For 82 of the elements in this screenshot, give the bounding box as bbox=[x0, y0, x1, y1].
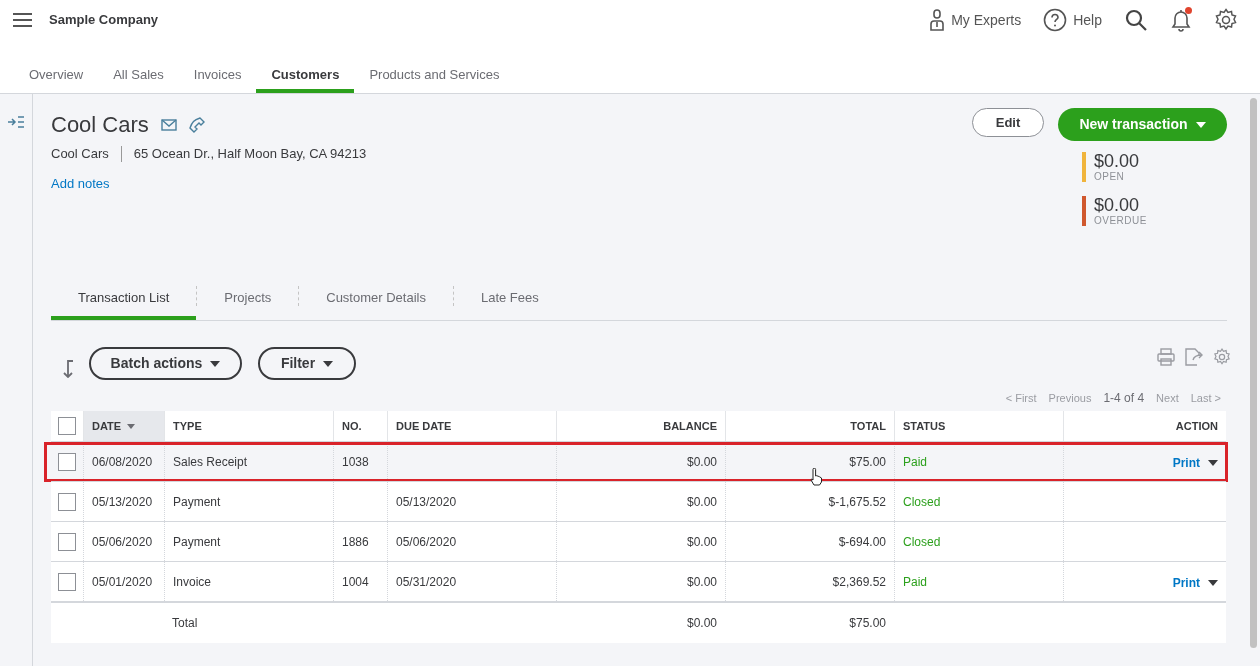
table-cell-text: $75.00 bbox=[849, 615, 886, 632]
phone-icon[interactable] bbox=[188, 116, 205, 133]
help-link[interactable]: Help bbox=[1043, 8, 1102, 32]
sort-caret-icon bbox=[127, 423, 136, 429]
amount-text: $0.00 bbox=[1094, 196, 1141, 214]
select-all-checkbox[interactable] bbox=[58, 417, 76, 435]
menu-icon[interactable] bbox=[13, 12, 32, 28]
status-text: Closed bbox=[903, 533, 941, 551]
table-cell-text: 05/01/2020 bbox=[92, 573, 153, 591]
email-icon[interactable] bbox=[160, 118, 177, 131]
table-cell-text: 06/08/2020 bbox=[92, 453, 153, 471]
print-link[interactable]: Print bbox=[1172, 451, 1218, 472]
company-name: Sample Company bbox=[49, 11, 159, 30]
table-cell-text: $2,369.52 bbox=[832, 573, 886, 591]
table-cell-text: $0.00 bbox=[686, 573, 717, 591]
table-cell-text: 05/13/2020 bbox=[396, 493, 457, 511]
row-checkbox[interactable] bbox=[58, 532, 76, 551]
row-checkbox[interactable] bbox=[58, 572, 76, 591]
print-icon[interactable] bbox=[1157, 347, 1175, 366]
column-header[interactable]: DATE bbox=[83, 411, 164, 441]
sub-tab[interactable]: Customer Details bbox=[299, 280, 453, 320]
table-row[interactable]: 05/06/2020 Payment 1886 05/06/2020 $0.00 $-694.00 Closed bbox=[51, 521, 1226, 561]
status-text: Paid bbox=[903, 573, 928, 591]
table-row[interactable]: 05/01/2020 Invoice 1004 05/31/2020 $0.00 $2,369.52 Paid Print bbox=[51, 561, 1226, 601]
caret-icon bbox=[1208, 460, 1218, 466]
table-cell-text: Sales Receipt bbox=[173, 453, 248, 471]
amount-label: OPEN bbox=[1094, 172, 1126, 182]
table-cell-text: 1886 bbox=[342, 533, 369, 551]
sub-tab[interactable]: Late Fees bbox=[453, 280, 566, 320]
caret-icon bbox=[323, 360, 334, 367]
sub-tab[interactable]: Transaction List bbox=[51, 280, 197, 320]
table-cell-text: Payment bbox=[173, 493, 221, 511]
settings-icon[interactable] bbox=[1214, 8, 1238, 32]
caret-icon bbox=[210, 360, 221, 367]
table-cell-text: 1038 bbox=[342, 453, 369, 471]
status-text: Paid bbox=[903, 453, 928, 471]
batch-actions-button[interactable]: Batch actions bbox=[89, 347, 242, 380]
page-range: 1-4 of 4 bbox=[1103, 390, 1145, 407]
row-checkbox[interactable] bbox=[58, 492, 76, 511]
amount-label: OVERDUE bbox=[1094, 216, 1147, 226]
table-cell-text: 05/13/2020 bbox=[92, 493, 153, 511]
edit-button[interactable]: Edit bbox=[972, 108, 1044, 137]
table-cell-text: Invoice bbox=[173, 573, 212, 591]
table-cell-text: $0.00 bbox=[686, 493, 717, 511]
nav-tab[interactable]: Invoices bbox=[178, 60, 257, 93]
customer-name: Cool Cars bbox=[51, 111, 149, 139]
nav-tab[interactable]: Products and Services bbox=[354, 60, 515, 93]
table-cell-text: 05/31/2020 bbox=[396, 573, 457, 591]
nav-tab[interactable]: All Sales bbox=[98, 60, 179, 93]
company-text: Cool Cars bbox=[51, 145, 109, 163]
arrow-down-icon[interactable] bbox=[61, 359, 75, 378]
caret-icon bbox=[1208, 580, 1218, 586]
my-experts-link[interactable]: My Experts bbox=[929, 9, 1022, 31]
scrollbar-thumb[interactable] bbox=[1250, 98, 1257, 648]
person-icon bbox=[929, 9, 946, 31]
search-icon[interactable] bbox=[1124, 8, 1148, 32]
row-checkbox[interactable] bbox=[58, 452, 76, 471]
caret-icon bbox=[1195, 121, 1206, 128]
sub-tab[interactable]: Projects bbox=[197, 280, 299, 320]
amount-text: $0.00 bbox=[1094, 152, 1140, 170]
notification-bell-icon[interactable] bbox=[1170, 7, 1192, 33]
table-cell-text: $-694.00 bbox=[838, 533, 886, 551]
print-link[interactable]: Print bbox=[1172, 571, 1218, 592]
table-cell-text: $0.00 bbox=[686, 453, 717, 471]
table-cell-text: Payment bbox=[173, 533, 221, 551]
address-text: 65 Ocean Dr., Half Moon Bay, CA 94213 bbox=[133, 145, 367, 163]
add-notes-link[interactable]: Add notes bbox=[51, 173, 367, 193]
total-label: Total bbox=[172, 615, 198, 632]
filter-button[interactable]: Filter bbox=[258, 347, 356, 380]
table-row[interactable]: 05/13/2020 Payment 05/13/2020 $0.00 $-1,675.52 Closed bbox=[51, 481, 1226, 521]
nav-tab[interactable]: Overview bbox=[14, 60, 99, 93]
help-icon bbox=[1043, 8, 1068, 32]
table-cell-text: 05/06/2020 bbox=[396, 533, 457, 551]
export-icon[interactable] bbox=[1185, 347, 1203, 366]
table-cell-text: $0.00 bbox=[686, 533, 717, 551]
table-cell-text: 1004 bbox=[342, 573, 369, 591]
table-cell-text: $-1,675.52 bbox=[828, 493, 886, 511]
table-cell-text: $0.00 bbox=[686, 615, 717, 632]
expand-panel-icon[interactable] bbox=[8, 116, 24, 128]
status-text: Closed bbox=[903, 493, 941, 511]
table-cell-text: $75.00 bbox=[849, 453, 886, 471]
table-cell-text: 05/06/2020 bbox=[92, 533, 153, 551]
